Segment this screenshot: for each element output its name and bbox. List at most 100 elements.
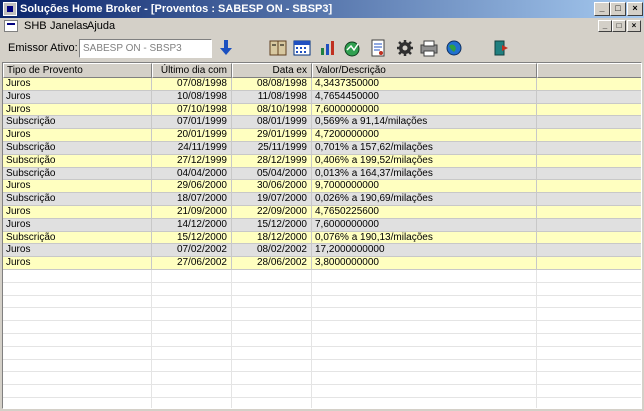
table-row[interactable]: Juros 29/06/2000 30/06/2000 9,7000000000 (3, 180, 641, 194)
table-row[interactable]: Juros 14/12/2000 15/12/2000 7,6000000000 (3, 218, 641, 232)
cell-spacer (537, 244, 641, 258)
cell-spacer (537, 180, 641, 194)
empty-cell (232, 333, 312, 347)
empty-cell (537, 372, 641, 386)
gear-icon[interactable] (395, 38, 415, 58)
cell-tipo: Subscrição (3, 193, 152, 206)
minimize-button[interactable]: _ (594, 2, 610, 16)
empty-row (3, 308, 641, 322)
table-row[interactable]: Juros 27/06/2002 28/06/2002 3,8000000000 (3, 257, 641, 270)
cell-spacer (537, 231, 641, 245)
cell-valor: 17,2000000000 (312, 244, 537, 258)
header-ultimo-dia[interactable]: Último dia com (152, 63, 232, 78)
table-row[interactable]: Subscrição 04/04/2000 05/04/2000 0,013% a 1… (3, 167, 641, 181)
issuer-input[interactable] (79, 39, 212, 58)
document-window-icon[interactable] (4, 20, 18, 32)
empty-cell (152, 321, 232, 334)
cell-ultimo-dia: 24/11/1999 (152, 141, 232, 155)
maximize-button[interactable]: □ (610, 2, 626, 16)
cell-valor: 7,6000000000 (312, 103, 537, 117)
cell-valor: 4,7200000000 (312, 129, 537, 142)
cell-ultimo-dia: 10/08/1998 (152, 90, 232, 104)
cell-ultimo-dia: 14/12/2000 (152, 218, 232, 232)
table-row[interactable]: Subscrição 18/07/2000 19/07/2000 0,026% a 1… (3, 193, 641, 206)
empty-cell (232, 359, 312, 373)
cell-valor: 0,406% a 199,52/milações (312, 154, 537, 168)
empty-cell (537, 295, 641, 309)
table-row[interactable]: Juros 07/08/1998 08/08/1998 4,3437350000 (3, 78, 641, 91)
mdi-close-button[interactable]: × (627, 20, 641, 32)
cell-data-ex: 22/09/2000 (232, 205, 312, 219)
app-icon[interactable] (3, 2, 17, 16)
printer-icon[interactable] (419, 38, 439, 58)
mdi-minimize-button[interactable]: _ (598, 20, 612, 32)
empty-cell (232, 269, 312, 283)
cell-ultimo-dia: 15/12/2000 (152, 231, 232, 245)
table-row[interactable]: Juros 10/08/1998 11/08/1998 4,7654450000 (3, 90, 641, 104)
cell-tipo: Juros (3, 205, 152, 219)
cell-spacer (537, 78, 641, 91)
empty-cell (152, 397, 232, 408)
cell-ultimo-dia: 27/06/2002 (152, 257, 232, 270)
empty-row (3, 385, 641, 398)
table-row[interactable]: Subscrição 15/12/2000 18/12/2000 0,076% a 1… (3, 231, 641, 245)
cell-tipo: Juros (3, 129, 152, 142)
close-button[interactable]: × (627, 2, 643, 16)
globe-icon[interactable] (444, 38, 464, 58)
down-arrow-icon[interactable] (216, 38, 236, 58)
menu-ajuda[interactable]: Ajuda (87, 19, 115, 33)
cell-tipo: Juros (3, 103, 152, 117)
document-icon[interactable] (368, 38, 388, 58)
empty-row (3, 346, 641, 360)
book-icon[interactable] (268, 38, 288, 58)
table-row[interactable]: Subscrição 07/01/1999 08/01/1999 0,569% a 9… (3, 116, 641, 130)
table-row[interactable]: Juros 07/10/1998 08/10/1998 7,6000000000 (3, 103, 641, 117)
header-data-ex[interactable]: Data ex (232, 63, 312, 78)
empty-cell (3, 372, 152, 386)
cell-tipo: Juros (3, 78, 152, 91)
table-row[interactable]: Subscrição 27/12/1999 28/12/1999 0,406% a 1… (3, 154, 641, 168)
cell-data-ex: 30/06/2000 (232, 180, 312, 194)
cell-ultimo-dia: 07/08/1998 (152, 78, 232, 91)
empty-cell (3, 269, 152, 283)
cell-valor: 0,701% a 157,62/milações (312, 141, 537, 155)
header-tipo[interactable]: Tipo de Provento (3, 63, 152, 78)
cell-valor: 4,7654450000 (312, 90, 537, 104)
cell-data-ex: 08/02/2002 (232, 244, 312, 258)
cell-spacer (537, 116, 641, 130)
calendar-icon[interactable] (292, 38, 312, 58)
cell-ultimo-dia: 27/12/1999 (152, 154, 232, 168)
menu-janelas[interactable]: Janelas (50, 19, 88, 33)
table-row[interactable]: Subscrição 24/11/1999 25/11/1999 0,701% a 1… (3, 141, 641, 155)
empty-cell (312, 346, 537, 360)
menu-shb[interactable]: SHB (24, 19, 47, 33)
exit-door-icon[interactable] (491, 38, 511, 58)
table-row[interactable]: Juros 21/09/2000 22/09/2000 4,7650225600 (3, 205, 641, 219)
empty-cell (537, 359, 641, 373)
table-row[interactable]: Juros 20/01/1999 29/01/1999 4,7200000000 (3, 129, 641, 142)
cell-ultimo-dia: 07/01/1999 (152, 116, 232, 130)
empty-cell (3, 397, 152, 408)
cell-data-ex: 29/01/1999 (232, 129, 312, 142)
empty-cell (3, 321, 152, 334)
empty-cell (312, 321, 537, 334)
table-row[interactable]: Juros 07/02/2002 08/02/2002 17,2000000000 (3, 244, 641, 258)
proventos-grid[interactable]: Tipo de Provento Último dia com Data ex … (2, 62, 642, 409)
globe-chart-icon[interactable] (342, 38, 362, 58)
empty-cell (232, 372, 312, 386)
mdi-restore-button[interactable]: □ (612, 20, 626, 32)
cell-spacer (537, 205, 641, 219)
empty-cell (312, 295, 537, 309)
empty-row (3, 295, 641, 309)
empty-row (3, 321, 641, 334)
empty-row (3, 359, 641, 373)
empty-row (3, 397, 641, 408)
empty-cell (537, 346, 641, 360)
empty-cell (232, 308, 312, 322)
cell-data-ex: 25/11/1999 (232, 141, 312, 155)
empty-cell (152, 282, 232, 296)
header-valor[interactable]: Valor/Descrição (312, 63, 537, 78)
cell-valor: 0,026% a 190,69/milações (312, 193, 537, 206)
chart-icon[interactable] (318, 38, 338, 58)
empty-cell (232, 397, 312, 408)
